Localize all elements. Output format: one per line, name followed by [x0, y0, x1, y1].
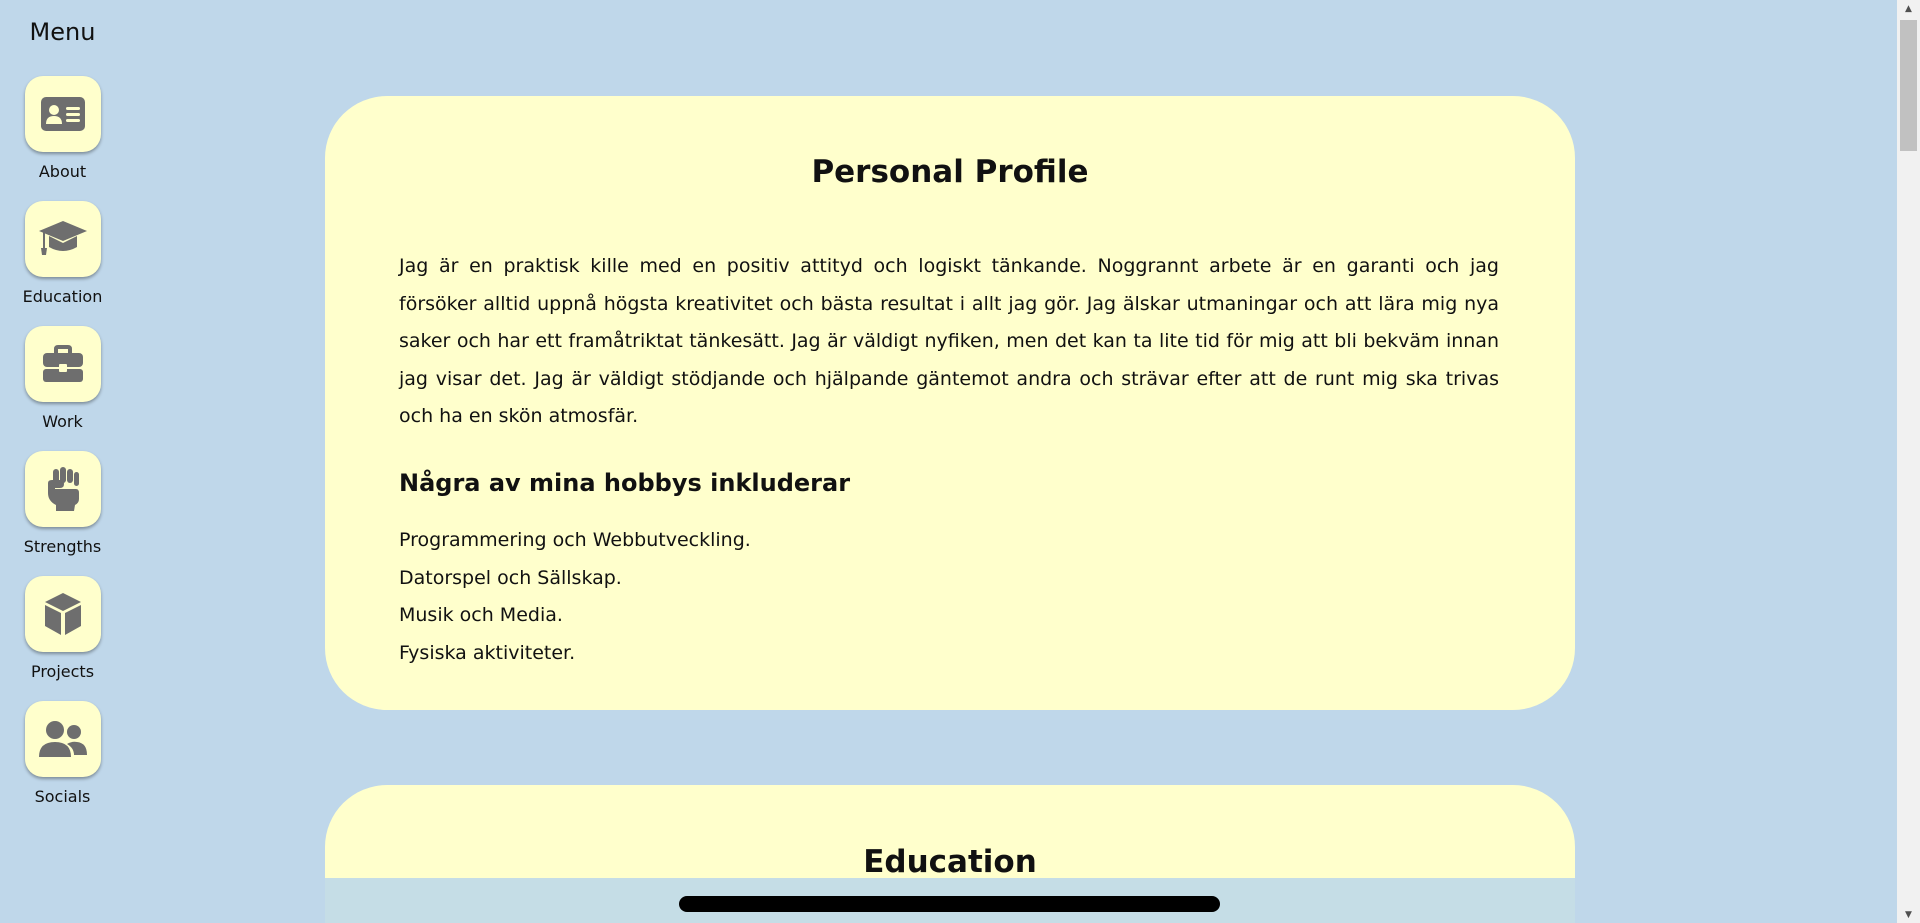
- sidebar-item-label: About: [38, 162, 87, 181]
- sidebar-item-label: Education: [22, 287, 103, 306]
- bottom-overlay-bar: [325, 878, 1575, 923]
- hobby-item: Fysiska aktiviteter.: [399, 641, 576, 664]
- sidebar-item-education[interactable]: Education: [0, 201, 125, 306]
- profile-bio: Jag är en praktisk kille med en positiv …: [399, 255, 1499, 427]
- sidebar-item-work[interactable]: Work: [0, 326, 125, 431]
- work-button[interactable]: [24, 326, 101, 402]
- education-title: Education: [863, 844, 1037, 880]
- id-card-icon: [40, 97, 85, 131]
- hobbies-list: Programmering och Webbutveckling. Dators…: [399, 522, 751, 672]
- sidebar-item-socials[interactable]: Socials: [0, 701, 125, 806]
- users-icon: [38, 721, 87, 757]
- about-button[interactable]: [24, 76, 101, 152]
- sidebar-item-label: Strengths: [23, 537, 102, 556]
- cube-icon: [44, 593, 81, 635]
- briefcase-icon: [42, 345, 83, 382]
- bottom-handle[interactable]: [679, 896, 1220, 912]
- sidebar-item-strengths[interactable]: Strengths: [0, 451, 125, 556]
- hobbies-heading: Några av mina hobbys inkluderar: [399, 469, 851, 497]
- graduation-cap-icon: [38, 221, 87, 255]
- profile-title: Personal Profile: [811, 154, 1089, 190]
- scroll-up-arrow-icon[interactable]: ▲: [1897, 0, 1920, 17]
- personal-profile-card: Personal Profile Jag är en praktisk kill…: [325, 96, 1575, 710]
- page: Menu About Education Work Strengths Proj…: [0, 0, 1920, 923]
- sidebar-menu: Menu About Education Work Strengths Proj…: [0, 0, 125, 923]
- socials-button[interactable]: [24, 701, 101, 777]
- scroll-down-arrow-icon[interactable]: ▼: [1897, 906, 1920, 923]
- projects-button[interactable]: [24, 576, 101, 652]
- sidebar-item-projects[interactable]: Projects: [0, 576, 125, 681]
- education-button[interactable]: [24, 201, 101, 277]
- vertical-scrollbar[interactable]: ▲ ▼: [1897, 0, 1920, 923]
- sidebar-item-label: Socials: [34, 787, 91, 806]
- sidebar-item-label: Work: [42, 412, 83, 431]
- hobby-item: Musik och Media.: [399, 604, 563, 626]
- strengths-button[interactable]: [24, 451, 101, 527]
- sidebar-item-about[interactable]: About: [0, 76, 125, 181]
- hobby-item: Datorspel och Sällskap.: [399, 566, 622, 589]
- fist-icon: [47, 467, 79, 511]
- menu-title: Menu: [29, 18, 96, 46]
- sidebar-item-label: Projects: [30, 662, 95, 681]
- hobby-item: Programmering och Webbutveckling.: [399, 529, 751, 551]
- scrollbar-thumb[interactable]: [1900, 20, 1917, 151]
